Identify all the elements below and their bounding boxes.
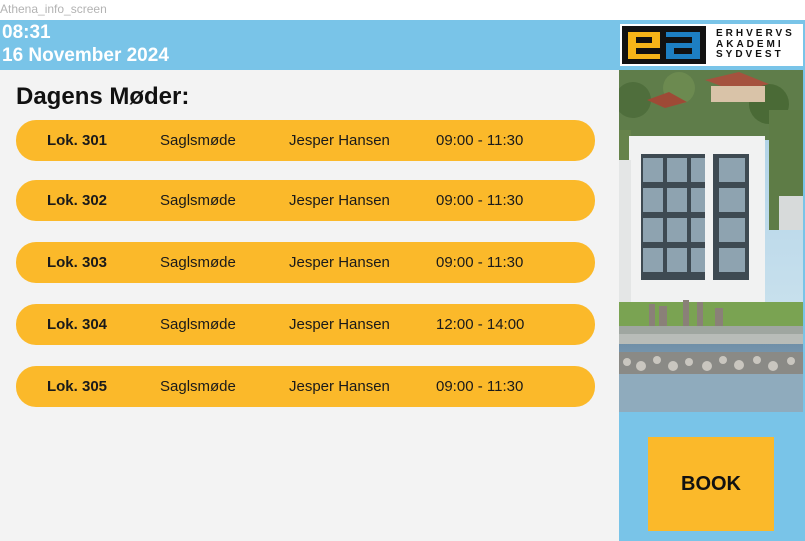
meeting-room: Lok. 303 <box>46 254 108 271</box>
meeting-row: Lok. 304 Saglsmøde Jesper Hansen 12:00 -… <box>16 304 595 345</box>
meeting-type: Saglsmøde <box>160 254 236 271</box>
meeting-time: 09:00 - 11:30 <box>436 192 524 209</box>
info-screen: 08:31 16 November 2024 ERHVERVS AKADEMI … <box>0 20 805 541</box>
logo-mark <box>622 26 706 64</box>
meeting-type: Saglsmøde <box>160 132 236 149</box>
meeting-person: Jesper Hansen <box>289 192 390 209</box>
logo-wordmark: ERHVERVS AKADEMI SYDVEST <box>716 28 802 61</box>
meetings-panel: Dagens Møder: Lok. 301 Saglsmøde Jesper … <box>0 70 619 541</box>
logo-word: ERHVERVS <box>716 28 795 39</box>
meeting-person: Jesper Hansen <box>289 132 390 149</box>
book-button[interactable]: BOOK <box>648 437 774 531</box>
campus-building-photo <box>619 70 803 412</box>
meeting-room: Lok. 302 <box>46 192 108 209</box>
header-bar: 08:31 16 November 2024 ERHVERVS AKADEMI … <box>0 20 805 70</box>
meeting-person: Jesper Hansen <box>289 316 390 333</box>
meeting-row: Lok. 302 Saglsmøde Jesper Hansen 09:00 -… <box>16 180 595 221</box>
meeting-time: 09:00 - 11:30 <box>436 132 524 149</box>
meeting-person: Jesper Hansen <box>289 378 390 395</box>
meeting-time: 09:00 - 11:30 <box>436 254 524 271</box>
meeting-row: Lok. 303 Saglsmøde Jesper Hansen 09:00 -… <box>16 242 595 283</box>
meeting-row: Lok. 301 Saglsmøde Jesper Hansen 09:00 -… <box>16 120 595 161</box>
meeting-type: Saglsmøde <box>160 316 236 333</box>
meeting-row: Lok. 305 Saglsmøde Jesper Hansen 09:00 -… <box>16 366 595 407</box>
meeting-room: Lok. 305 <box>46 378 108 395</box>
sidebar: BOOK <box>619 70 805 541</box>
logo-word: SYDVEST <box>716 49 784 60</box>
date: 16 November 2024 <box>2 45 169 66</box>
meeting-time: 09:00 - 11:30 <box>436 378 524 395</box>
window-title: Athena_info_screen <box>0 2 107 16</box>
meeting-room: Lok. 301 <box>46 132 108 149</box>
meeting-time: 12:00 - 14:00 <box>436 316 525 333</box>
clock: 08:31 <box>2 22 51 43</box>
meeting-person: Jesper Hansen <box>289 254 390 271</box>
meetings-title: Dagens Møder: <box>16 83 190 110</box>
meeting-type: Saglsmøde <box>160 378 236 395</box>
erhvervsakademi-logo: ERHVERVS AKADEMI SYDVEST <box>620 24 803 66</box>
meeting-room: Lok. 304 <box>46 316 108 333</box>
meeting-type: Saglsmøde <box>160 192 236 209</box>
